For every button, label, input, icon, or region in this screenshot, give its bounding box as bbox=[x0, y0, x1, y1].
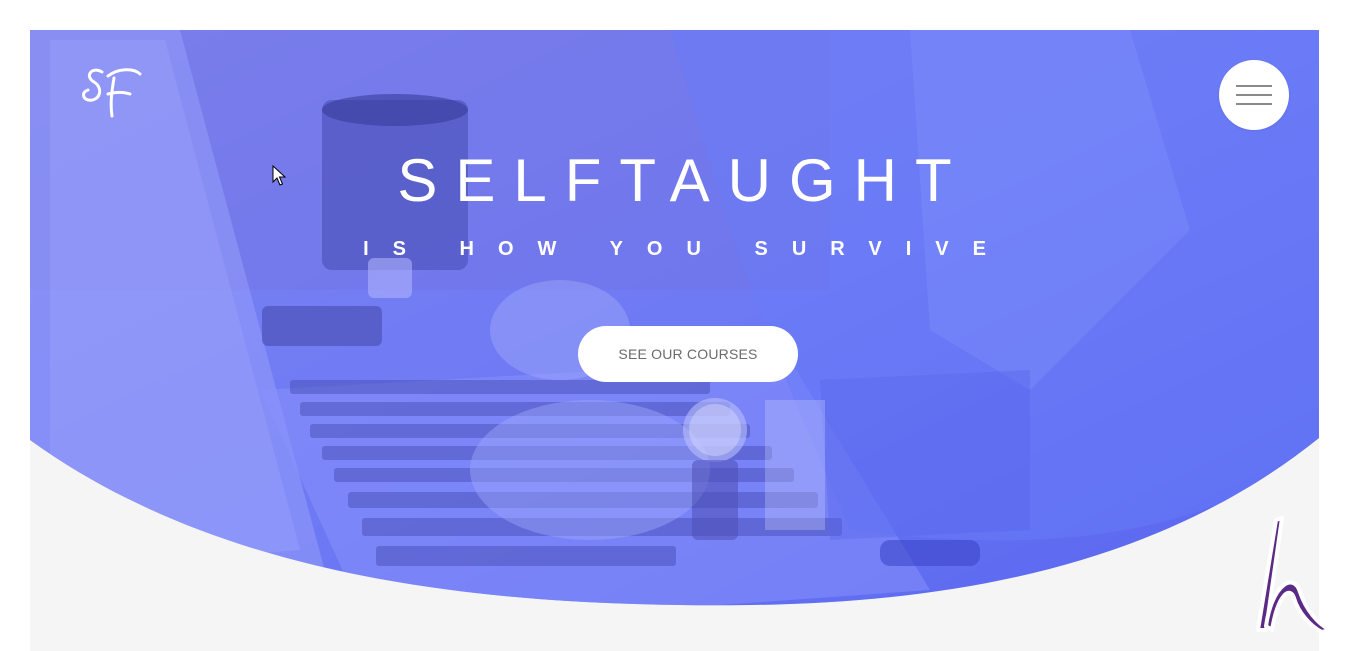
brand-watermark-icon bbox=[1252, 514, 1334, 638]
page: SELFTAUGHT IS HOW YOU SURVIVE SEE OUR CO… bbox=[0, 0, 1349, 651]
logo[interactable] bbox=[80, 62, 144, 122]
sf-logo-icon bbox=[82, 68, 142, 118]
see-courses-button[interactable]: SEE OUR COURSES bbox=[578, 326, 798, 382]
mouse-cursor-icon bbox=[272, 164, 287, 187]
menu-button[interactable] bbox=[1219, 60, 1289, 130]
hero-section: SELFTAUGHT IS HOW YOU SURVIVE SEE OUR CO… bbox=[30, 30, 1319, 651]
hero-title: SELFTAUGHT bbox=[397, 147, 970, 214]
hero-subtitle: IS HOW YOU SURVIVE bbox=[363, 238, 1010, 260]
hamburger-icon bbox=[1236, 85, 1272, 105]
